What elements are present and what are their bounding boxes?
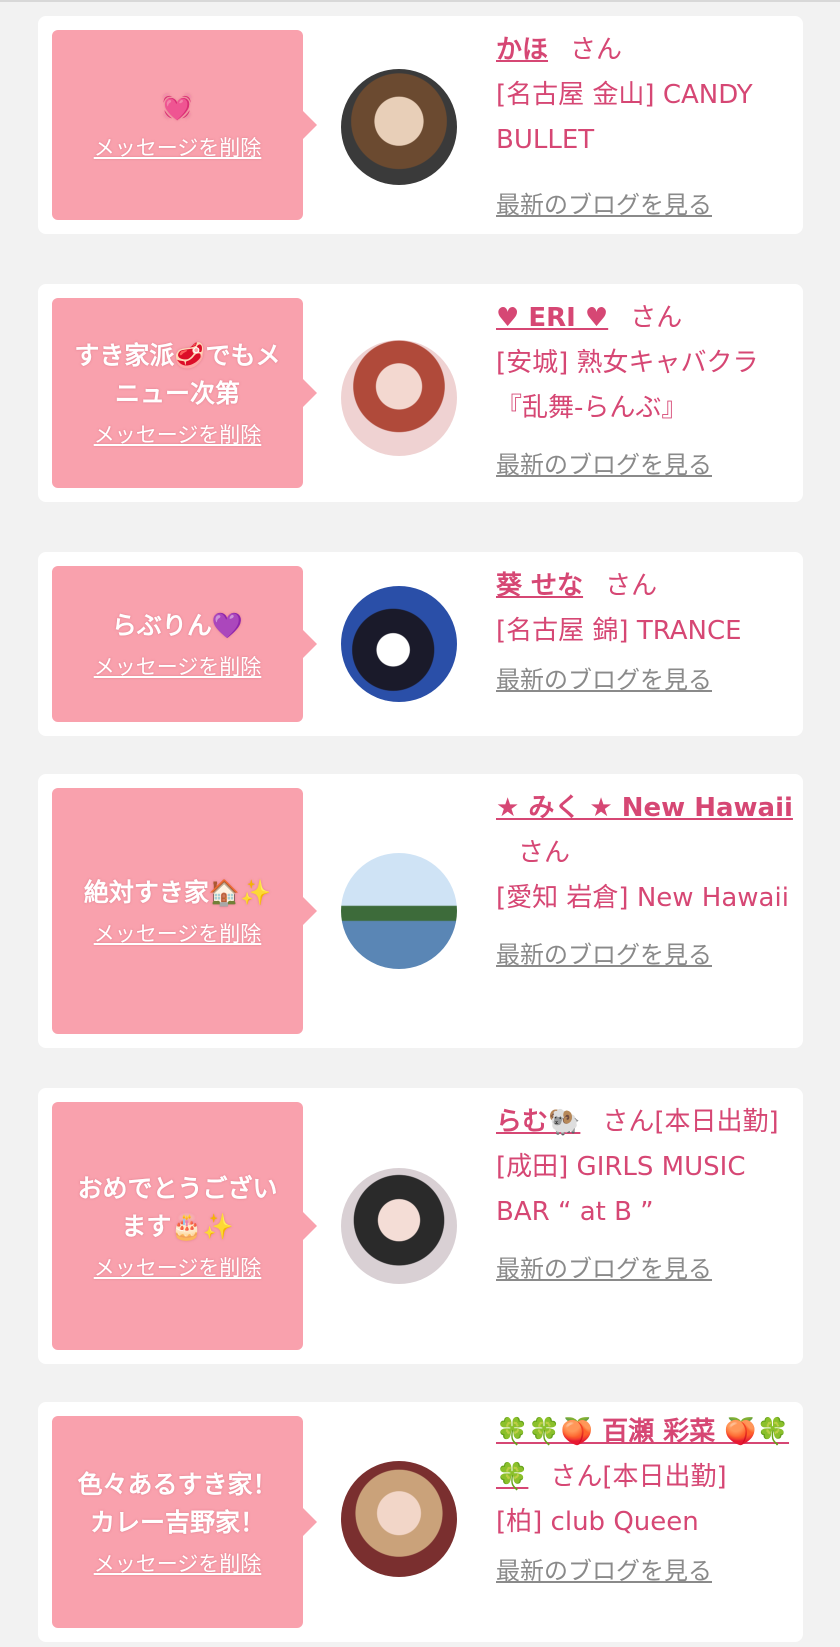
delete-message-link[interactable]: メッセージを削除 [94, 419, 262, 449]
message-bubble: 💓 メッセージを削除 [52, 30, 317, 220]
avatar[interactable] [341, 1168, 457, 1284]
message-bubble: 色々あるすき家！カレー吉野家！ メッセージを削除 [52, 1416, 317, 1628]
user-name-link[interactable]: ♥ ERI ♥ [496, 303, 608, 333]
user-info: ★ みく ★ New Hawaii さん [愛知 岩倉] New Hawaii 最… [496, 786, 796, 978]
message-card: 絶対すき家🏠✨ メッセージを削除 ★ みく ★ New Hawaii さん [愛知… [38, 774, 803, 1048]
message-bubble: らぶりん💜 メッセージを削除 [52, 566, 317, 722]
user-name-link[interactable]: らむ🐏 [496, 1107, 580, 1137]
avatar[interactable] [341, 1461, 457, 1577]
message-bubble: おめでとうございます🎂✨ メッセージを削除 [52, 1102, 317, 1350]
delete-message-link[interactable]: メッセージを削除 [94, 918, 262, 948]
message-text: 絶対すき家🏠✨ [83, 878, 272, 907]
message-card: おめでとうございます🎂✨ メッセージを削除 らむ🐏 さん[本日出勤] [成田] G… [38, 1088, 803, 1364]
delete-message-link[interactable]: メッセージを削除 [94, 1548, 262, 1578]
message-text: らぶりん💜 [111, 611, 244, 640]
user-info: 葵 せな さん [名古屋 錦] TRANCE 最新のブログを見る [496, 564, 796, 703]
message-card: らぶりん💜 メッセージを削除 葵 せな さん [名古屋 錦] TRANCE 最新の… [38, 552, 803, 736]
user-info: ♥ ERI ♥ さん [安城] 熟女キャバクラ『乱舞-らんぶ』 最新のブログを見る [496, 296, 796, 488]
message-text: おめでとうございます🎂✨ [77, 1174, 278, 1241]
latest-blog-link[interactable]: 最新のブログを見る [496, 658, 796, 703]
top-divider [0, 0, 840, 2]
shop-name: [愛知 岩倉] New Hawaii [496, 883, 789, 913]
user-info: らむ🐏 さん[本日出勤] [成田] GIRLS MUSIC BAR “ at B … [496, 1100, 796, 1292]
user-info: 🍀🍀🍑 百瀬 彩菜 🍑🍀🍀 さん[本日出勤] [柏] club Queen 最新の… [496, 1410, 796, 1594]
message-bubble: すき家派🥩でもメニュー次第 メッセージを削除 [52, 298, 317, 488]
honorific: さん [518, 838, 571, 868]
shop-name: [安城] 熟女キャバクラ『乱舞-らんぶ』 [496, 348, 759, 423]
delete-message-link[interactable]: メッセージを削除 [94, 132, 262, 162]
user-name-link[interactable]: ★ みく ★ New Hawaii [496, 793, 793, 823]
honorific: さん [605, 571, 658, 601]
message-card: 💓 メッセージを削除 かほ さん [名古屋 金山] CANDY BULLET 最新… [38, 16, 803, 234]
honorific: さん[本日出勤] [602, 1107, 779, 1137]
message-text: すき家派🥩でもメニュー次第 [74, 341, 281, 408]
delete-message-link[interactable]: メッセージを削除 [94, 651, 262, 681]
shop-name: [柏] club Queen [496, 1507, 699, 1537]
honorific: さん [630, 303, 683, 333]
shop-name: [名古屋 金山] CANDY BULLET [496, 80, 753, 155]
message-card: 色々あるすき家！カレー吉野家！ メッセージを削除 🍀🍀🍑 百瀬 彩菜 🍑🍀🍀 さん… [38, 1402, 803, 1642]
user-info: かほ さん [名古屋 金山] CANDY BULLET 最新のブログを見る [496, 28, 796, 228]
latest-blog-link[interactable]: 最新のブログを見る [496, 1247, 796, 1292]
avatar[interactable] [341, 69, 457, 185]
latest-blog-link[interactable]: 最新のブログを見る [496, 1549, 796, 1594]
message-text: 色々あるすき家！カレー吉野家！ [77, 1470, 278, 1537]
message-text: 💓 [161, 92, 194, 121]
avatar[interactable] [341, 853, 457, 969]
latest-blog-link[interactable]: 最新のブログを見る [496, 443, 796, 488]
avatar[interactable] [341, 340, 457, 456]
latest-blog-link[interactable]: 最新のブログを見る [496, 183, 796, 228]
honorific: さん [570, 35, 623, 65]
message-card: すき家派🥩でもメニュー次第 メッセージを削除 ♥ ERI ♥ さん [安城] 熟女… [38, 284, 803, 502]
message-bubble: 絶対すき家🏠✨ メッセージを削除 [52, 788, 317, 1034]
latest-blog-link[interactable]: 最新のブログを見る [496, 933, 796, 978]
honorific: さん[本日出勤] [550, 1462, 727, 1492]
avatar[interactable] [341, 586, 457, 702]
delete-message-link[interactable]: メッセージを削除 [94, 1252, 262, 1282]
user-name-link[interactable]: 葵 せな [496, 571, 583, 601]
shop-name: [成田] GIRLS MUSIC BAR “ at B ” [496, 1152, 746, 1227]
shop-name: [名古屋 錦] TRANCE [496, 616, 742, 646]
user-name-link[interactable]: かほ [496, 35, 548, 65]
